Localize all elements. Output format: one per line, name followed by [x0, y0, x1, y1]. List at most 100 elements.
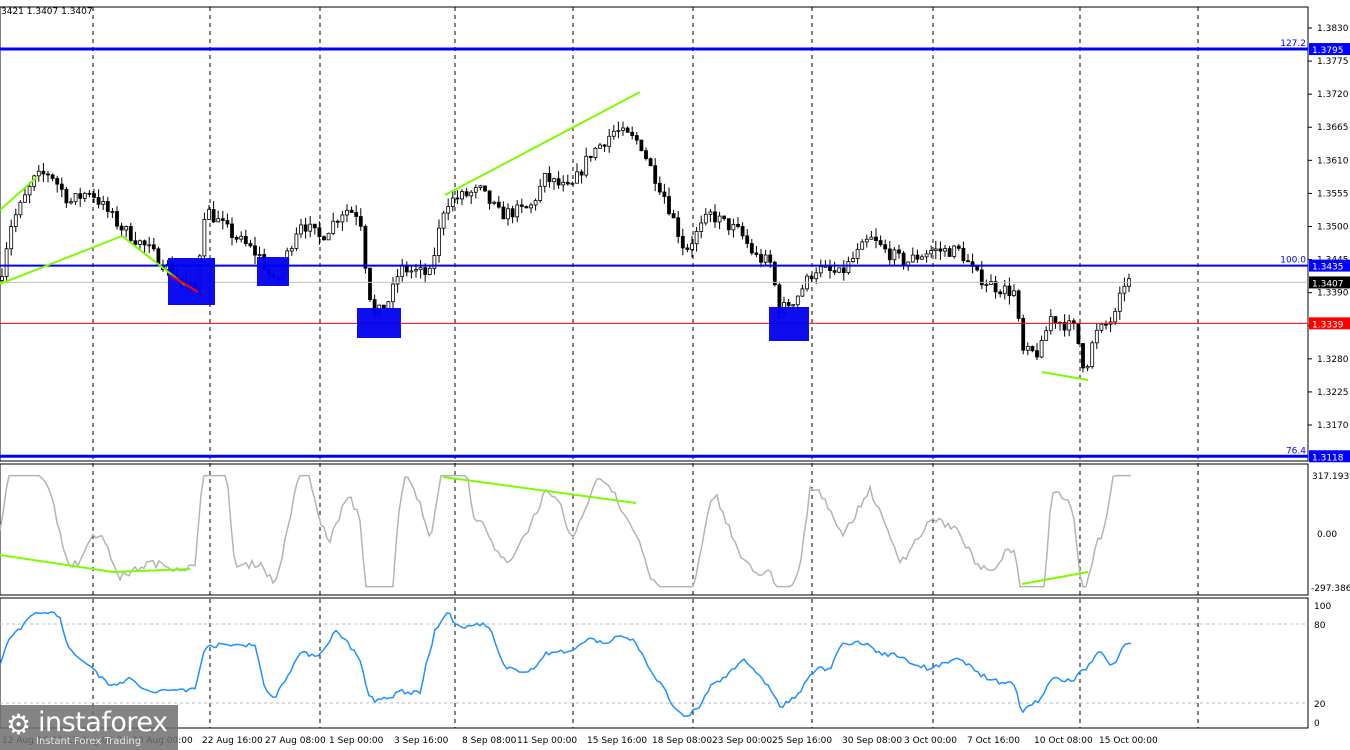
- candle-body: [354, 212, 359, 217]
- candle-body: [929, 250, 934, 255]
- chart-canvas[interactable]: 3421 1.3407 1.3407 1.3830 1.3775 1.3720 1.36…: [0, 0, 1350, 750]
- ohlc-readout: 3421 1.3407 1.3407: [1, 7, 93, 17]
- candle-body: [878, 240, 883, 246]
- candle-body: [621, 127, 625, 131]
- candle-body: [55, 178, 60, 185]
- candle-body: [924, 253, 929, 258]
- candle-body: [529, 204, 533, 209]
- candle-body: [326, 232, 331, 241]
- price-tick-label: 1.3720: [1317, 90, 1349, 100]
- candle-body: [846, 261, 851, 273]
- candle-body: [1081, 343, 1085, 369]
- candle-body: [1104, 323, 1108, 326]
- candle-body: [786, 302, 791, 307]
- candle-body: [694, 231, 699, 245]
- candle-body: [133, 240, 138, 245]
- cci-min-label: -297.386: [1311, 584, 1350, 594]
- price-tag-label: 1.3435: [1312, 263, 1344, 273]
- candle-body: [1067, 320, 1072, 331]
- trading-chart[interactable]: 3421 1.3407 1.3407 1.3830 1.3775 1.3720 1.36…: [0, 0, 1350, 750]
- candle-body: [749, 243, 754, 254]
- candle-body: [998, 291, 1003, 295]
- time-label: 25 Sep 16:00: [772, 736, 832, 746]
- candle-body: [795, 295, 800, 306]
- candle-body: [883, 244, 888, 250]
- candle-body: [1044, 330, 1049, 341]
- candle-body: [110, 211, 115, 213]
- candle-body: [653, 165, 658, 184]
- candle-body: [115, 211, 119, 227]
- cci-divergence-line: [112, 568, 191, 573]
- candle-body: [501, 206, 506, 220]
- candle-body: [676, 217, 681, 237]
- candle-body: [961, 247, 966, 262]
- candle-body: [358, 216, 363, 227]
- candle-body: [699, 222, 704, 232]
- candle-body: [989, 281, 993, 285]
- candle-body: [46, 173, 50, 176]
- candle-body: [469, 191, 474, 197]
- candle-body: [943, 248, 947, 252]
- candle-body: [920, 256, 924, 260]
- candle-body: [142, 240, 147, 246]
- zone-box: [168, 258, 215, 305]
- candle-body: [294, 233, 299, 249]
- candle-body: [473, 187, 478, 193]
- candle-body: [947, 248, 952, 257]
- candle-body: [841, 267, 846, 273]
- candle-body: [368, 267, 372, 300]
- candle-body: [220, 218, 225, 221]
- candle-body: [814, 272, 819, 280]
- candle-body: [1122, 285, 1127, 294]
- price-tick-label: 1.3610: [1317, 156, 1349, 166]
- candle-body: [225, 220, 230, 225]
- candle-body: [713, 211, 717, 223]
- candle-body: [446, 206, 451, 214]
- rsi-line: [0, 611, 1132, 717]
- candle-body: [138, 240, 142, 245]
- candle-body: [450, 197, 455, 207]
- candle-body: [1099, 323, 1104, 331]
- time-label: 23 Sep 00:00: [712, 736, 772, 746]
- candle-body: [119, 225, 124, 231]
- time-label: 15 Oct 00:00: [1099, 736, 1158, 746]
- candle-body: [726, 218, 731, 231]
- candle-body: [216, 218, 221, 223]
- candle-body: [874, 236, 878, 242]
- candle-body: [832, 270, 837, 273]
- candle-body: [105, 201, 110, 213]
- candle-body: [579, 171, 584, 176]
- candle-body: [207, 209, 211, 220]
- time-label: 3 Sep 16:00: [394, 736, 449, 746]
- candle-body: [78, 193, 83, 199]
- candle-body: [460, 191, 464, 200]
- candle-body: [64, 188, 69, 204]
- candle-body: [869, 236, 874, 240]
- candle-body: [611, 130, 616, 137]
- candle-body: [492, 201, 497, 204]
- candle-body: [483, 185, 487, 192]
- candle-body: [1094, 329, 1099, 344]
- candle-body: [524, 206, 529, 209]
- candle-body: [27, 185, 32, 196]
- candle-body: [588, 155, 593, 158]
- time-label: 8 Sep 08:00: [462, 736, 517, 746]
- candle-body: [690, 243, 694, 250]
- time-label: 30 Sep 08:00: [842, 736, 902, 746]
- candle-body: [975, 266, 980, 271]
- candle-body: [96, 197, 101, 205]
- logo-name: instaforex: [38, 707, 168, 738]
- candle-body: [1039, 340, 1044, 358]
- cci-max-label: 317.1939: [1312, 472, 1350, 482]
- fib-label: 127.2: [1280, 39, 1306, 49]
- candle-body: [864, 238, 869, 243]
- price-tick-label: 1.3665: [1317, 123, 1349, 133]
- candle-body: [101, 201, 106, 205]
- candle-body: [455, 197, 460, 200]
- candle-body: [1025, 345, 1030, 351]
- cci-divergence-line: [442, 476, 637, 504]
- rsi-tick-label: 0: [1314, 719, 1320, 729]
- candle-body: [441, 212, 446, 229]
- candle-body: [837, 267, 842, 273]
- candle-body: [956, 245, 961, 249]
